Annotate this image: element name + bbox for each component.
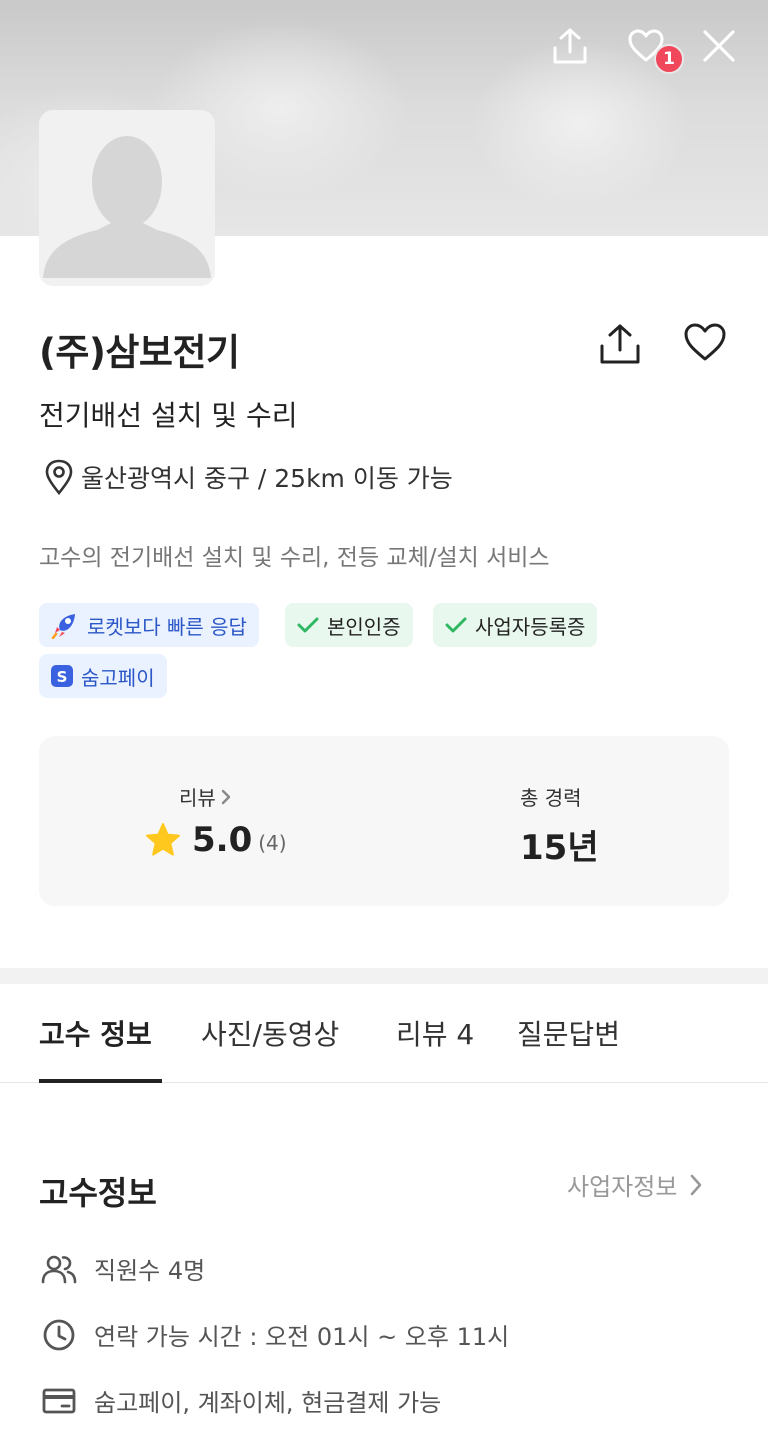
header-close-button[interactable]	[697, 24, 741, 68]
career-label: 총 경력	[520, 786, 582, 810]
tab-pro-info[interactable]: 고수 정보	[39, 1013, 152, 1053]
tab-reviews[interactable]: 리뷰 4	[396, 1013, 474, 1053]
badge-label: 숨고페이	[81, 665, 155, 690]
stats-card: 리뷰 5.0 (4) 총 경력 15년	[39, 736, 729, 906]
star-icon	[146, 823, 180, 856]
tab-qna[interactable]: 질문답변	[517, 1013, 620, 1053]
review-count: (4)	[258, 831, 287, 855]
share-icon	[553, 28, 587, 64]
share-icon	[600, 324, 640, 364]
close-icon	[703, 30, 735, 62]
career-value: 15년	[520, 828, 599, 868]
info-row-employees: 직원수 4명	[40, 1251, 205, 1286]
employees-text: 직원수 4명	[94, 1257, 206, 1285]
info-row-contact-hours: 연락 가능 시간 : 오전 01시 ~ 오후 11시	[40, 1317, 509, 1352]
location-pin-icon	[45, 459, 73, 495]
favorite-button[interactable]	[683, 323, 727, 365]
chevron-right-icon	[691, 1174, 702, 1195]
location-text: 울산광역시 중구 / 25km 이동 가능	[81, 464, 453, 493]
badge-identity-verified: 본인인증	[285, 603, 413, 647]
review-label: 리뷰	[179, 786, 216, 810]
person-silhouette-icon	[43, 136, 211, 278]
info-row-payment: 숨고페이, 계좌이체, 현금결제 가능	[40, 1383, 441, 1418]
check-icon	[297, 616, 319, 634]
pro-info-title: 고수정보	[39, 1174, 157, 1212]
soomgo-pay-icon: S	[51, 665, 73, 687]
rating-value: 5.0	[192, 820, 253, 860]
people-icon	[40, 1252, 78, 1286]
tab-photos-videos[interactable]: 사진/동영상	[201, 1013, 339, 1053]
badge-label: 본인인증	[327, 614, 401, 639]
badge-label: 로켓보다 빠른 응답	[87, 614, 247, 639]
share-button[interactable]	[598, 322, 642, 366]
svg-text:S: S	[57, 668, 68, 686]
contact-hours-text: 연락 가능 시간 : 오전 01시 ~ 오후 11시	[94, 1323, 510, 1351]
business-info-link[interactable]: 사업자정보	[567, 1167, 703, 1202]
heart-icon	[684, 323, 726, 361]
check-icon	[445, 616, 467, 634]
location-row: 울산광역시 중구 / 25km 이동 가능	[45, 459, 453, 495]
profile-avatar	[39, 110, 215, 286]
payment-text: 숨고페이, 계좌이체, 현금결제 가능	[94, 1389, 442, 1417]
review-link[interactable]: 리뷰	[179, 782, 232, 811]
section-divider	[0, 968, 768, 984]
badge-soomgo-pay: S 숨고페이	[39, 654, 167, 698]
header-share-button[interactable]	[548, 24, 592, 68]
badge-fast-response: 로켓보다 빠른 응답	[39, 603, 259, 647]
clock-icon	[40, 1318, 78, 1352]
chevron-right-icon	[221, 789, 231, 804]
profile-description: 고수의 전기배선 설치 및 수리, 전등 교체/설치 서비스	[39, 545, 550, 571]
active-tab-indicator	[39, 1079, 162, 1083]
badge-business-registration: 사업자등록증	[433, 603, 598, 647]
rating-row: 5.0 (4)	[144, 820, 287, 860]
card-icon	[40, 1384, 78, 1418]
rocket-icon	[51, 611, 79, 639]
profile-name: (주)삼보전기	[39, 331, 240, 374]
badge-label: 사업자등록증	[475, 614, 586, 639]
favorite-count-badge: 1	[654, 44, 684, 74]
service-category: 전기배선 설치 및 수리	[39, 399, 298, 432]
business-info-label: 사업자정보	[567, 1173, 678, 1201]
